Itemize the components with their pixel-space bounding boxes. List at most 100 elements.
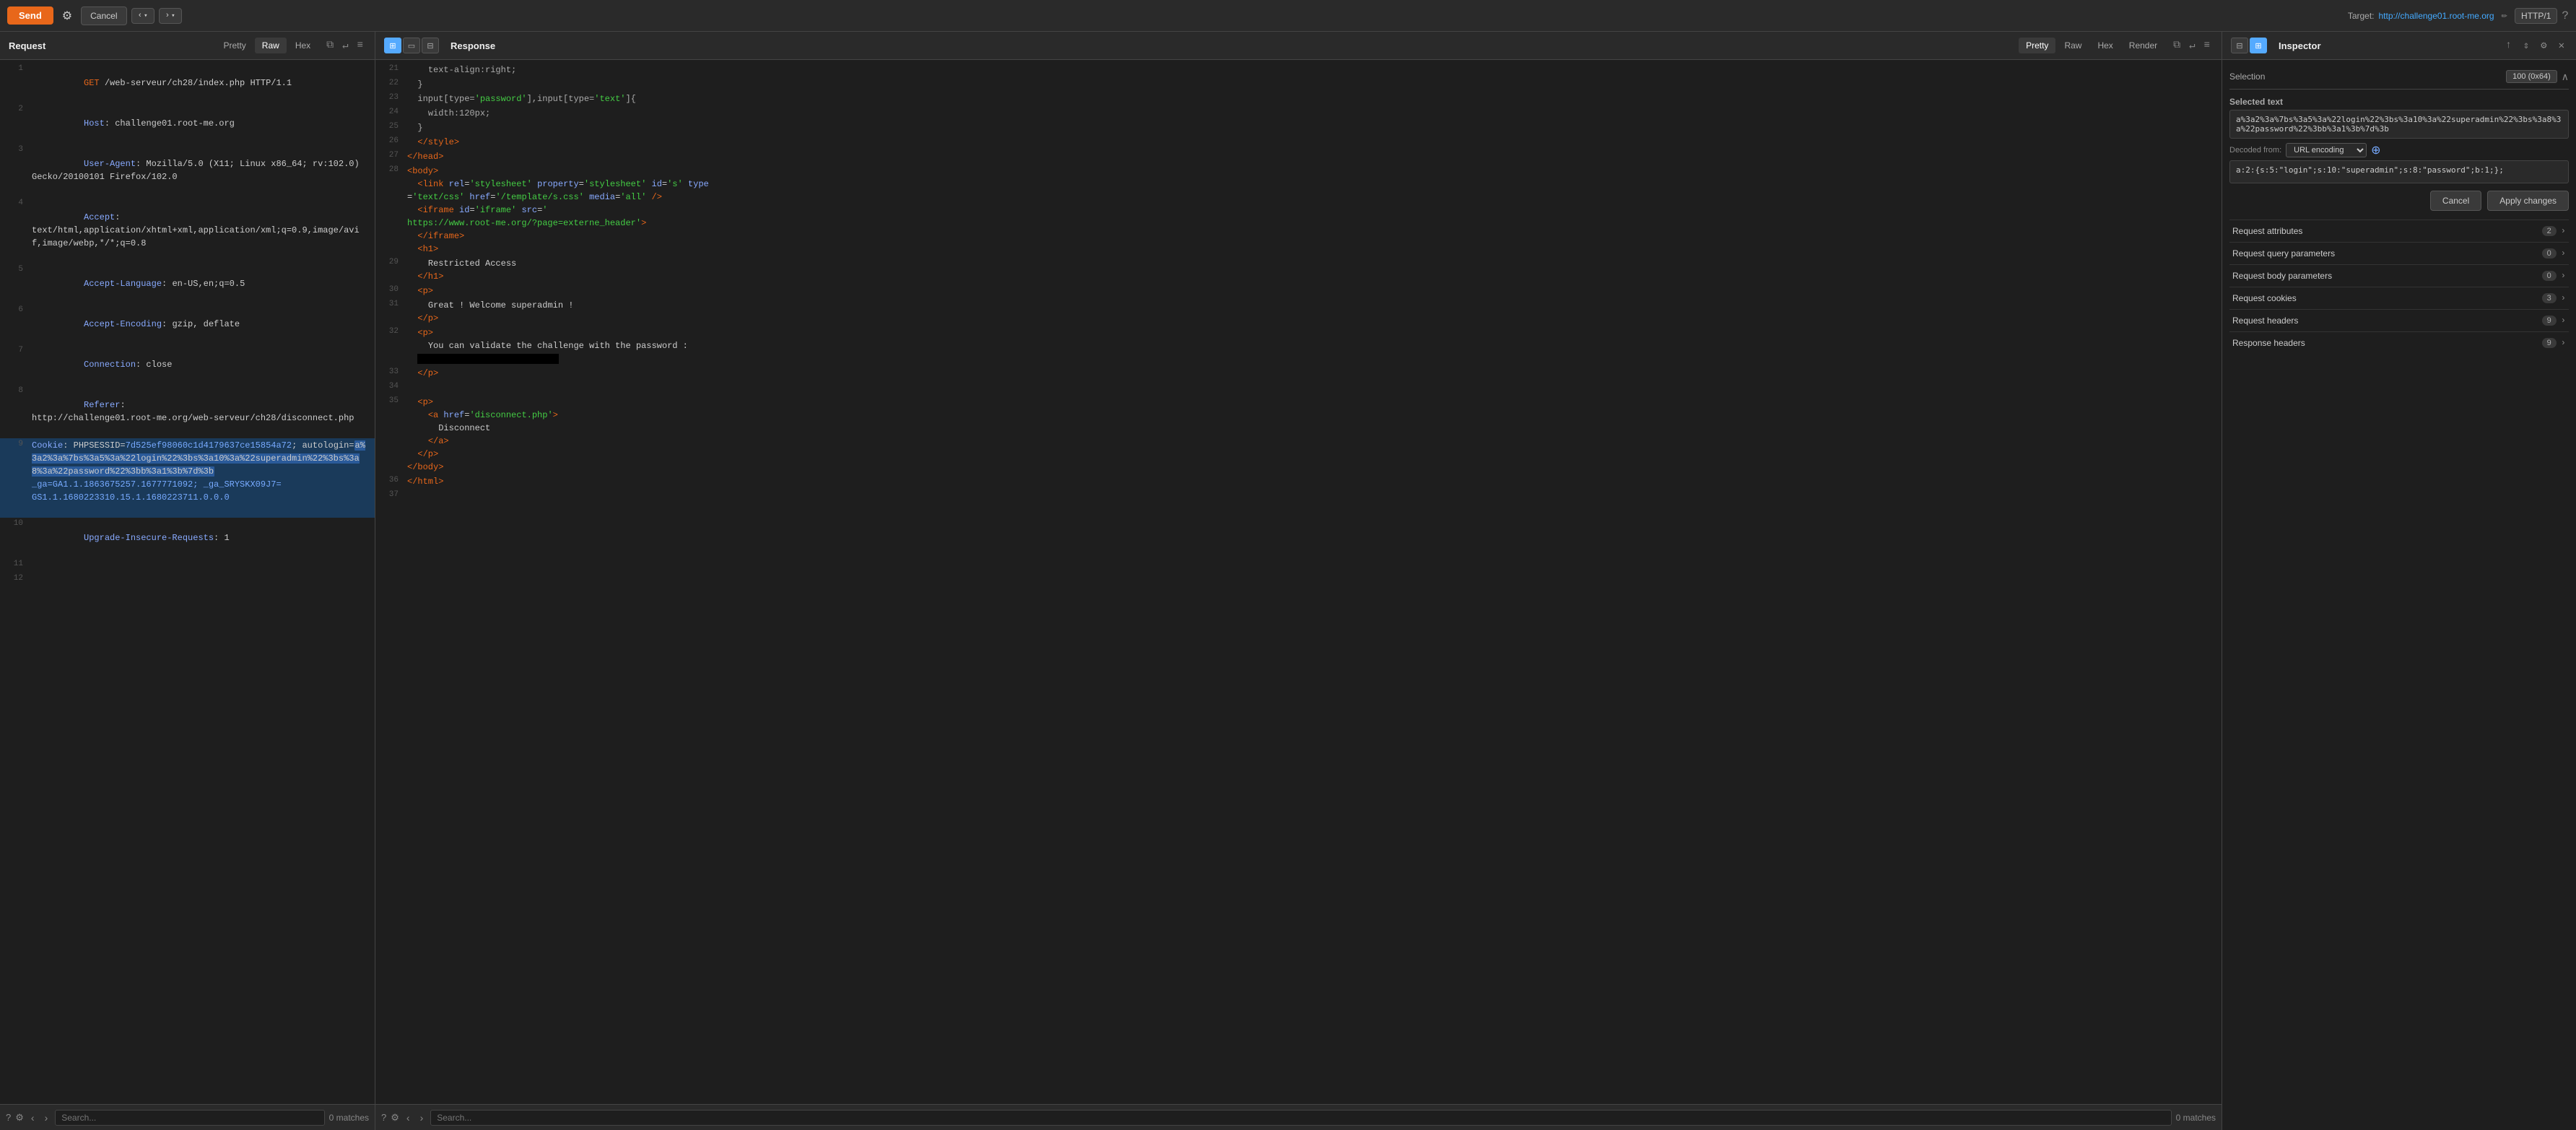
tab-response-render[interactable]: Render [2122,38,2164,53]
edit-target-icon[interactable]: ✏ [2499,9,2510,22]
cancel-button[interactable]: Cancel [81,6,126,25]
accordion-request-attributes-header[interactable]: Request attributes 2 › [2229,220,2569,242]
inspector-settings-icon[interactable]: ⚙ [2538,38,2549,53]
settings-gear-icon[interactable]: ⚙ [58,7,77,25]
help-icon[interactable]: ? [2562,9,2569,22]
decoded-text-value: a:2:{s:5:"login";s:10:"superadmin";s:8:"… [2229,160,2569,183]
inspector-apply-button[interactable]: Apply changes [2487,191,2569,211]
accordion-right-6: 9 › [2542,338,2566,348]
tab-request-hex[interactable]: Hex [288,38,318,53]
request-search-bar: ? ⚙ ‹ › 0 matches [0,1104,375,1130]
add-encoding-icon[interactable]: ⊕ [2371,143,2380,157]
response-help-icon[interactable]: ? [381,1112,386,1123]
response-search-prev[interactable]: ‹ [404,1111,413,1125]
tab-request-pretty[interactable]: Pretty [216,38,253,53]
response-line-26: 26 </style> [375,135,2222,149]
response-more-icon[interactable]: ≡ [2201,38,2213,53]
view-stack-btn[interactable]: ⊟ [422,38,439,53]
inspector-up-icon[interactable]: ↑ [2502,38,2514,53]
response-view-toggle: ⊞ ▭ ⊟ [384,38,439,53]
inspector-selection-row: Selection 100 (0x64) ∧ [2229,67,2569,86]
view-single-btn[interactable]: ▭ [403,38,420,53]
request-panel-header: Request Pretty Raw Hex ⧉ ↵ ≡ [0,32,375,60]
nav-back-icon[interactable]: ‹ [138,12,143,20]
accordion-request-cookies-title: Request cookies [2232,293,2297,303]
inspector-action-row: Cancel Apply changes [2229,191,2569,211]
request-settings-icon[interactable]: ⚙ [15,1112,24,1124]
request-line-4: 4 Accept: text/html,application/xhtml+xm… [0,197,375,264]
request-line-5: 5 Accept-Language: en-US,en;q=0.5 [0,264,375,304]
response-search-next[interactable]: › [417,1111,427,1125]
inspector-split-icon[interactable]: ⇕ [2520,38,2532,53]
accordion-chevron-1: › [2561,226,2566,236]
accordion-request-query-count: 0 [2542,248,2557,258]
accordion-request-body-count: 0 [2542,271,2557,281]
request-search-prev[interactable]: ‹ [28,1111,38,1125]
response-panel: ⊞ ▭ ⊟ Response Pretty Raw Hex Render ⧉ ↵… [375,32,2222,1130]
tab-response-raw[interactable]: Raw [2057,38,2089,53]
inspector-close-icon[interactable]: ✕ [2556,38,2567,53]
accordion-response-headers: Response headers 9 › [2229,331,2569,354]
insp-view-2[interactable]: ⊞ [2250,38,2267,53]
wrap-icon[interactable]: ↵ [339,38,351,53]
view-split-btn[interactable]: ⊞ [384,38,401,53]
response-line-24: 24 width:120px; [375,106,2222,121]
accordion-request-body-title: Request body parameters [2232,271,2332,281]
request-line-6: 6 Accept-Encoding: gzip, deflate [0,304,375,344]
accordion-request-query-header[interactable]: Request query parameters 0 › [2229,243,2569,264]
accordion-right-1: 2 › [2542,226,2566,236]
accordion-request-body-header[interactable]: Request body parameters 0 › [2229,265,2569,287]
selection-expand-icon[interactable]: ∧ [2562,71,2569,83]
insp-view-1[interactable]: ⊟ [2231,38,2248,53]
decoded-from-label: Decoded from: [2229,146,2281,155]
encoding-select[interactable]: URL encoding Base64 HTML encoding [2286,143,2367,157]
accordion-response-headers-title: Response headers [2232,338,2305,348]
inspector-panel-title: Inspector [2279,40,2497,51]
request-help-icon[interactable]: ? [6,1112,11,1123]
tab-response-hex[interactable]: Hex [2090,38,2120,53]
request-line-3: 3 User-Agent: Mozilla/5.0 (X11; Linux x8… [0,144,375,197]
response-settings-icon[interactable]: ⚙ [391,1112,399,1124]
response-line-34: 34 [375,381,2222,395]
response-search-matches: 0 matches [2176,1113,2216,1123]
response-copy-icon[interactable]: ⧉ [2170,38,2183,53]
tab-response-pretty[interactable]: Pretty [2019,38,2055,53]
accordion-request-cookies-header[interactable]: Request cookies 3 › [2229,287,2569,309]
response-search-bar: ? ⚙ ‹ › 0 matches [375,1104,2222,1130]
nav-back-dropdown-icon[interactable]: ▾ [144,12,147,19]
request-search-input[interactable] [55,1110,324,1126]
nav-forward-group[interactable]: › ▾ [159,8,182,24]
response-panel-title: Response [451,40,2013,51]
tab-request-raw[interactable]: Raw [255,38,287,53]
response-line-22: 22 } [375,77,2222,92]
response-line-35: 35 <p> <a href='disconnect.php'> Disconn… [375,395,2222,474]
accordion-response-headers-header[interactable]: Response headers 9 › [2229,332,2569,354]
nav-back-group[interactable]: ‹ ▾ [131,8,155,24]
copy-icon[interactable]: ⧉ [323,38,336,53]
accordion-request-cookies-count: 3 [2542,293,2557,303]
request-search-next[interactable]: › [42,1111,51,1125]
accordion-request-headers-title: Request headers [2232,316,2298,326]
response-line-29: 29 Restricted Access </h1> [375,256,2222,284]
inspector-panel: ⊟ ⊞ Inspector ↑ ⇕ ⚙ ✕ Selection 100 (0x6… [2222,32,2576,1130]
response-search-input[interactable] [430,1110,2171,1126]
inspector-panel-header: ⊟ ⊞ Inspector ↑ ⇕ ⚙ ✕ [2222,32,2576,60]
request-line-1: 1 GET /web-serveur/ch28/index.php HTTP/1… [0,63,375,103]
http-version-badge[interactable]: HTTP/1 [2515,8,2557,24]
response-line-30: 30 <p> [375,284,2222,298]
request-tab-group: Pretty Raw Hex [216,38,318,53]
inspector-view-toggle: ⊟ ⊞ [2231,38,2267,53]
nav-forward-dropdown-icon[interactable]: ▾ [171,12,175,19]
accordion-request-query-title: Request query parameters [2232,248,2335,258]
accordion-request-headers-header[interactable]: Request headers 9 › [2229,310,2569,331]
accordion-right-4: 3 › [2542,293,2566,303]
more-icon[interactable]: ≡ [354,38,366,53]
nav-forward-icon[interactable]: › [165,12,170,20]
inspector-cancel-button[interactable]: Cancel [2430,191,2481,211]
accordion-chevron-3: › [2561,271,2566,281]
selected-text-label: Selected text [2229,92,2569,110]
response-wrap-icon[interactable]: ↵ [2186,38,2198,53]
send-button[interactable]: Send [7,6,53,25]
accordion-request-attributes-count: 2 [2542,226,2557,236]
response-line-37: 37 [375,489,2222,503]
